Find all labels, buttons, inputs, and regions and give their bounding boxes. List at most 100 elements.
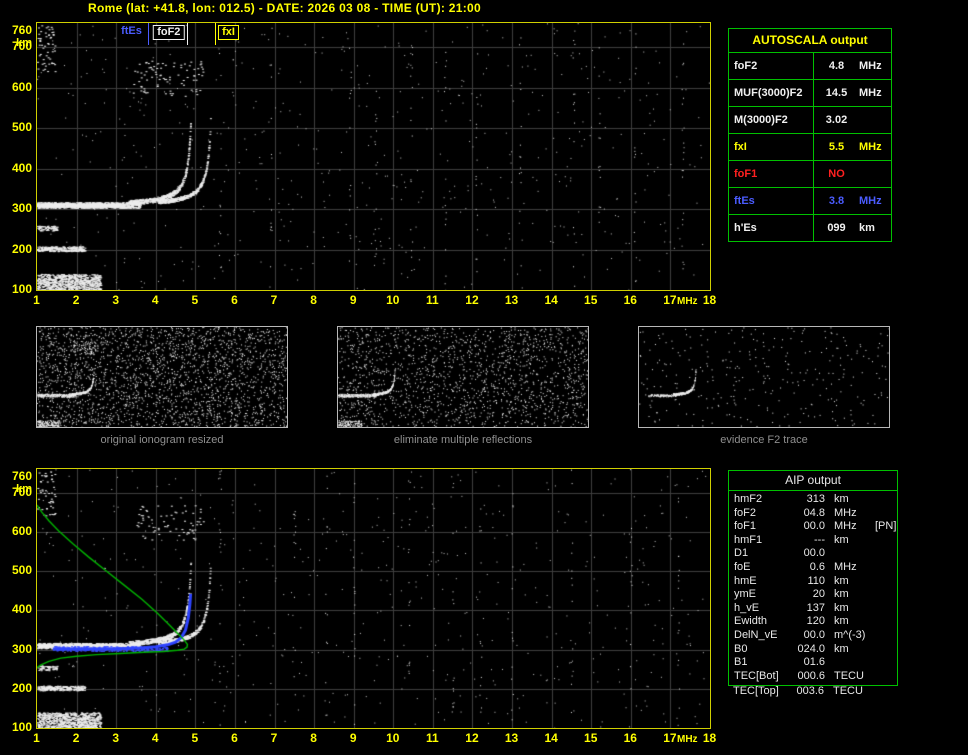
aip-row-unit: TECU [834,669,864,682]
autoscala-output-panel: AUTOSCALA output foF2 4.8 MHz MUF(3000)F2 14… [728,28,892,242]
x-tick-label-top: 10 [386,293,400,307]
aip-row-value: 00.0 [803,520,825,533]
x-tick-label-bottom: 8 [310,731,317,745]
aip-row: Ewidth 120 km [729,615,897,629]
x-tick-label-top: 4 [151,293,159,307]
y-tick-label-bottom: 300 [11,641,32,656]
aip-row-unit: m^(-3) [834,628,866,641]
aip-row: ymE 20 km [729,588,897,602]
aip-row: hmF2 313 km [729,493,897,507]
autoscala-row-label: foF2 [734,60,758,72]
aip-output-panel: AIP output hmF2 313 km foF2 04.8 MHz foF1 00.0 M… [728,470,898,687]
fxi-marker-label: fxI [218,25,239,40]
autoscala-row-label: MUF(3000)F2 [734,87,803,99]
autoscala-row-unit: MHz [859,87,882,99]
x-tick-label-top: 3 [112,293,120,307]
y-tick-label-bottom: 200 [11,680,32,695]
autoscala-row-valuecell: 4.8 MHz [813,53,891,79]
aip-row-value: 000.6 [797,669,825,682]
aip-row-extra [869,534,897,548]
x-tick-label-top: 8 [310,293,317,307]
fof2-marker-line [187,23,189,45]
y-tick-label-top: 500 [11,120,32,135]
autoscala-row-valuecell: 3.8 MHz [813,188,891,214]
aip-row-label: D1 [734,547,749,560]
thumbnail-caption-f2-trace: evidence F2 trace [720,434,808,446]
aip-row-label: foE [734,560,751,573]
aip-row-unit: MHz [834,560,857,573]
aip-panel-title: AIP output [729,471,897,491]
thumbnail-f2-trace-canvas [639,327,889,427]
aip-row-label: DelN_vE [734,628,778,641]
x-tick-label-bottom: 10 [386,731,400,745]
x-tick-label-bottom: 18 [702,731,717,745]
aip-row-label: Ewidth [734,615,768,628]
autoscala-row-value: 14.5 [825,87,848,99]
aip-row-extra: [PN] [875,520,897,533]
thumbnail-caption-original: original ionogram resized [100,434,224,446]
aip-row-unit [825,656,869,670]
y-tick-label-top: 300 [11,201,32,216]
x-tick-label-bottom: 12 [465,731,479,745]
aip-row: h_vE 137 km [729,602,897,616]
aip-row-extra [869,561,897,575]
fxi-marker-line [215,23,217,45]
autoscala-row-value: 099 [827,222,846,234]
x-tick-label-top: 1 [33,293,40,307]
ftes-marker-label: ftEs [118,25,145,38]
thumbnail-original-ionogram [36,326,288,428]
aip-tec-top-row: TEC[Top] 003.6 TECU [728,685,898,699]
x-tick-label-bottom: 15 [584,731,598,745]
autoscala-row-label: h'Es [734,222,757,234]
aip-row: B0 024.0 km [729,643,897,657]
x-tick-label-top: 13 [504,293,519,307]
x-tick-label-bottom: 11 [426,731,439,745]
aip-row-unit: km [834,533,849,546]
aip-row: foF1 00.0 MHz [PN] [729,520,897,534]
x-tick-label-bottom: 1 [33,731,40,745]
aip-row-unit [825,547,869,561]
aip-row-extra [869,547,897,561]
aip-row: B1 01.6 [729,656,897,670]
x-tick-label-top: 15 [584,293,598,307]
autoscala-row-valuecell: 14.5 MHz [813,80,891,106]
ionogram-plot: ftEs foF2 fxI [36,22,711,291]
thumbnail-multiple-reflections [337,326,589,428]
autoscala-row-valuecell: 5.5 MHz [813,134,891,160]
aip-row-value: 137 [806,601,825,614]
aip-row: DelN_vE 00.0 m^(-3) [729,629,897,643]
aip-row-value: --- [814,533,825,546]
aip-row-extra [869,575,897,589]
autoscala-row-valuecell: 3.02 [813,107,891,133]
y-tick-label-top: 200 [11,241,32,256]
x-tick-label-bottom: 6 [231,731,238,745]
thumbnail-caption-multiple-reflections: eliminate multiple reflections [393,434,533,446]
aip-row-unit: km [834,642,849,655]
aip-row-unit: MHz [834,506,857,519]
y-tick-label-top: 400 [11,160,32,175]
fof2-marker-label: foF2 [153,25,185,40]
aip-row: TEC[Bot] 000.6 TECU [729,670,897,684]
aip-row: TEC[Top] 003.6 TECU [728,685,898,699]
x-tick-label-bottom: 13 [504,731,519,745]
autoscala-row-unit: MHz [859,60,882,72]
autoscala-row: foF2 4.8 MHz [729,53,891,79]
autoscala-row-label: M(3000)F2 [734,114,788,126]
autoscala-row-unit: MHz [859,141,882,153]
y-tick-label-bottom: 500 [11,563,32,578]
aip-row-value: 0.6 [809,560,825,573]
autoscala-row-valuecell: 099 km [813,215,891,241]
autoscala-row-unit: MHz [859,195,882,207]
aip-row: D1 00.0 [729,547,897,561]
aip-row-label: foF1 [734,520,757,533]
autoscala-row-value: 4.8 [828,60,845,72]
aip-rows: hmF2 313 km foF2 04.8 MHz foF1 00.0 MHz [PN] hmF1 -… [729,493,897,683]
x-axis-unit-bottom: MHz [677,734,698,745]
aip-row-unit: TECU [833,685,863,697]
autoscala-row: h'Es 099 km [729,214,891,241]
autoscala-rows: foF2 4.8 MHz MUF(3000)F2 14.5 MHz M(3000)F2 3.0… [729,53,891,241]
profile-ionogram-plot [36,468,711,729]
autoscala-row: M(3000)F2 3.02 [729,106,891,133]
aip-row-label: TEC[Bot] [734,669,779,682]
autoscala-row-valuecell: NO [813,161,891,187]
